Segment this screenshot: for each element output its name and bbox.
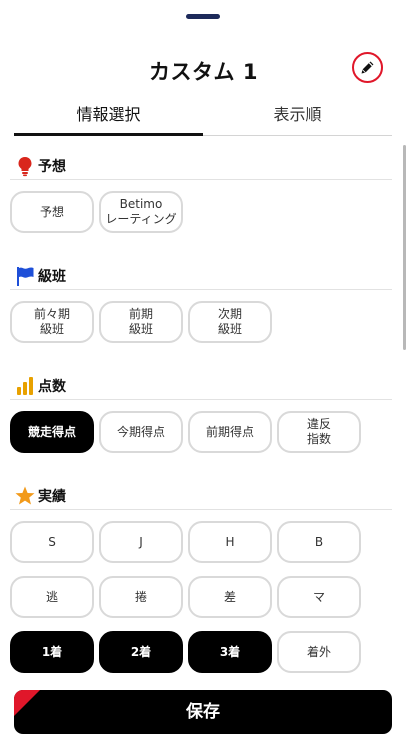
option-chip-2nd[interactable]: 2着	[99, 631, 183, 673]
option-chip-s[interactable]: S	[10, 521, 94, 563]
option-chip-betimo-rating[interactable]: Betimo レーティング	[99, 191, 183, 233]
sheet-drag-handle[interactable]	[186, 14, 220, 19]
option-chip-current-points[interactable]: 今期得点	[99, 411, 183, 453]
save-button[interactable]: 保存	[14, 690, 392, 734]
tab-display-order[interactable]: 表示順	[203, 100, 392, 136]
option-chip-unplaced[interactable]: 着外	[277, 631, 361, 673]
section-prediction: 予想 予想 Betimo レーティング	[10, 152, 392, 240]
section-class: 級班 前々期 級班 前期 級班 次期 級班	[10, 262, 392, 350]
save-button-label: 保存	[186, 702, 220, 722]
option-chip-sashi[interactable]: 差	[188, 576, 272, 618]
option-chip-next-class[interactable]: 次期 級班	[188, 301, 272, 343]
header: カスタム 1	[0, 50, 407, 90]
option-chip-violation-index[interactable]: 違反 指数	[277, 411, 361, 453]
option-chip-nige[interactable]: 逃	[10, 576, 94, 618]
option-chip-3rd[interactable]: 3着	[188, 631, 272, 673]
section-title: 予想	[38, 159, 66, 175]
section-title: 実績	[38, 489, 66, 505]
section-record: 実績 S J H B 逃 捲 差 マ 1着 2着 3着 着外	[10, 482, 392, 680]
options-list: 予想 予想 Betimo レーティング 級班 前々期 級班 前期 級班 次期 級…	[0, 140, 400, 680]
bar-chart-icon	[17, 377, 33, 395]
pencil-icon	[361, 61, 374, 74]
option-chip-prev-class[interactable]: 前期 級班	[99, 301, 183, 343]
tab-info-select[interactable]: 情報選択	[14, 100, 203, 136]
scrollbar[interactable]	[403, 145, 406, 350]
option-chip-prev-prev-class[interactable]: 前々期 級班	[10, 301, 94, 343]
option-chip-b[interactable]: B	[277, 521, 361, 563]
option-chip-previous-points[interactable]: 前期得点	[188, 411, 272, 453]
option-chip-h[interactable]: H	[188, 521, 272, 563]
page-title: カスタム 1	[149, 60, 258, 84]
lightbulb-icon	[18, 157, 32, 177]
option-chip-makuri[interactable]: 捲	[99, 576, 183, 618]
option-chip-j[interactable]: J	[99, 521, 183, 563]
option-chip-race-points[interactable]: 競走得点	[10, 411, 94, 453]
option-chip-1st[interactable]: 1着	[10, 631, 94, 673]
star-icon	[15, 486, 35, 505]
section-title: 点数	[38, 379, 66, 395]
section-points: 点数 競走得点 今期得点 前期得点 違反 指数	[10, 372, 392, 460]
tab-bar: 情報選択 表示順	[14, 100, 392, 136]
option-chip-mark[interactable]: マ	[277, 576, 361, 618]
section-title: 級班	[38, 269, 66, 285]
edit-button[interactable]	[352, 52, 383, 83]
flag-icon	[17, 267, 34, 286]
option-chip-yosou[interactable]: 予想	[10, 191, 94, 233]
